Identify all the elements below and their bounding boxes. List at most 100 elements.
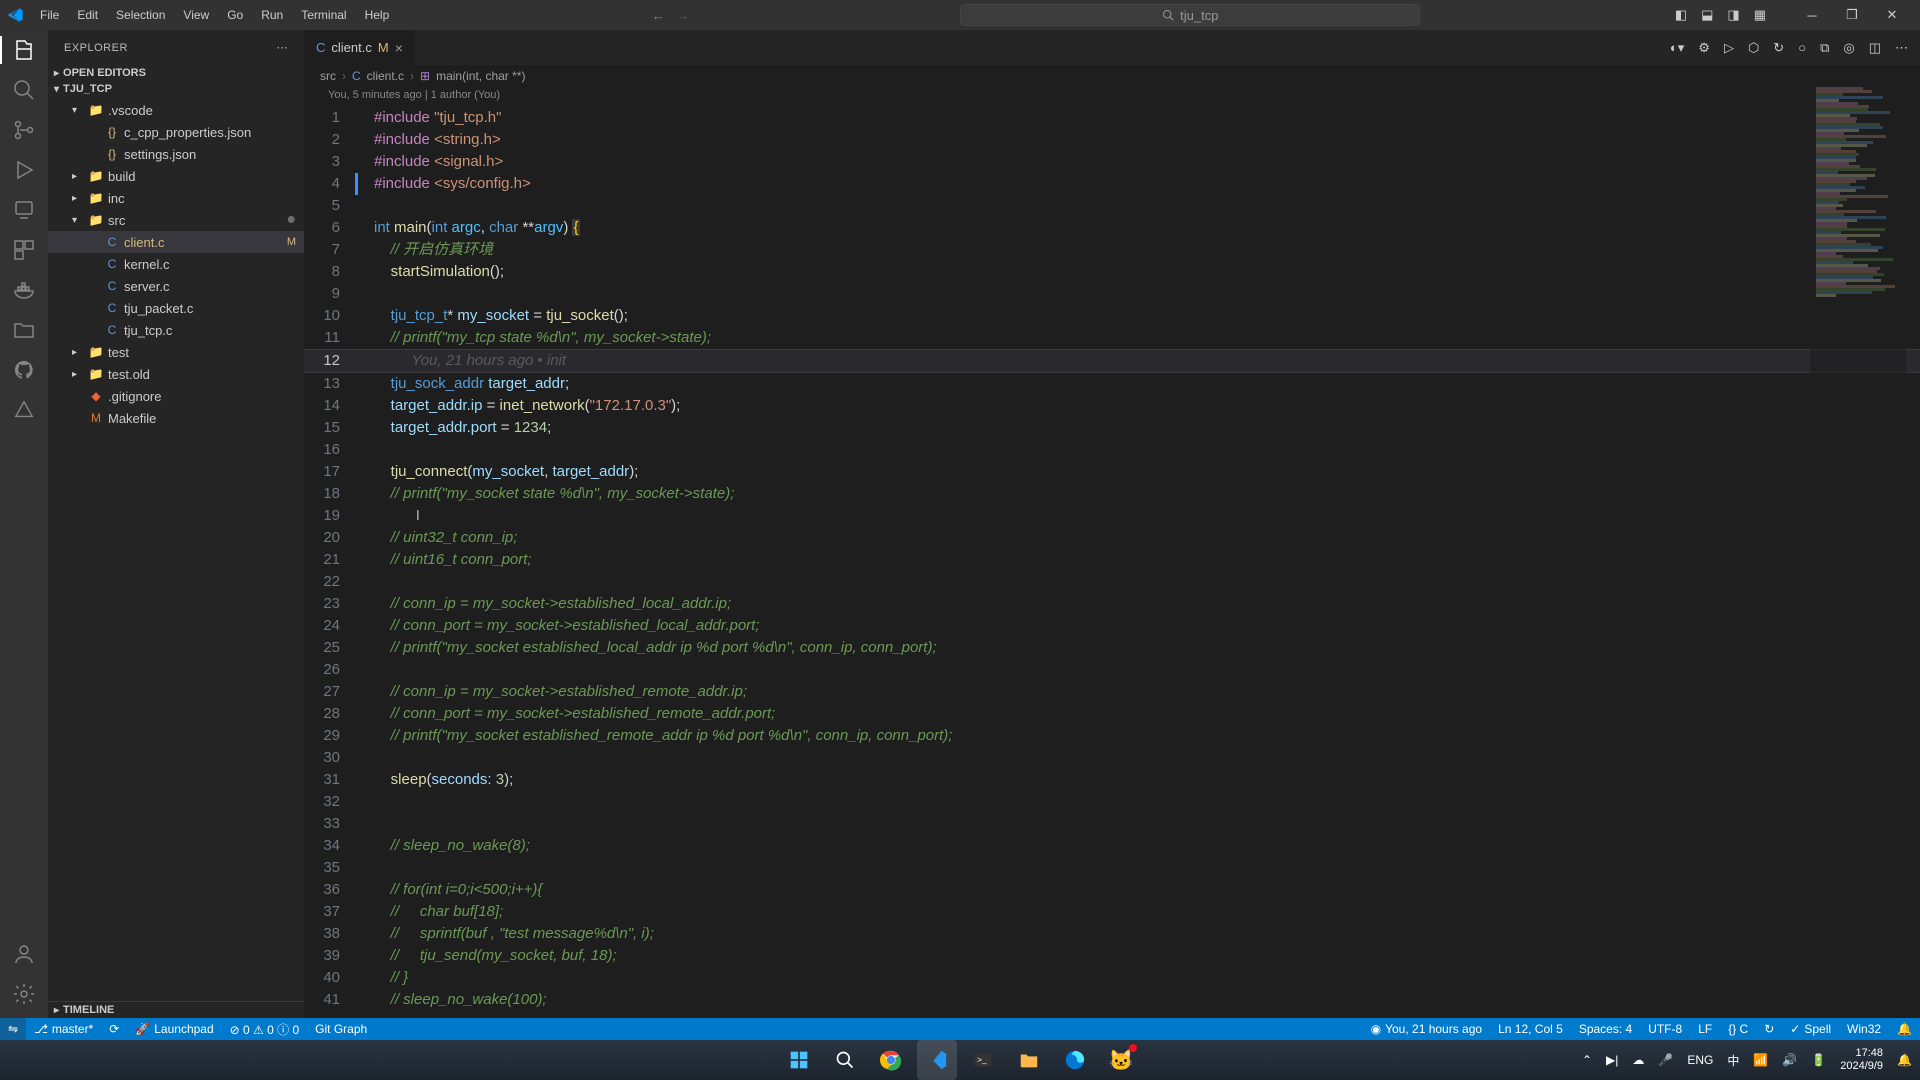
launchpad-button[interactable]: 🚀 Launchpad — [127, 1018, 221, 1040]
volume-icon[interactable]: 🔊 — [1782, 1053, 1797, 1067]
code-line-1[interactable]: 1#include "tju_tcp.h" — [304, 107, 1920, 129]
breadcrumbs[interactable]: src › C client.c › ⊞ main(int, char **) — [304, 65, 1920, 87]
activity-settings-icon[interactable] — [12, 982, 36, 1006]
notifications-center-icon[interactable]: 🔔 — [1897, 1053, 1912, 1067]
spell-check[interactable]: ✓ Spell — [1782, 1018, 1839, 1040]
notifications-icon[interactable]: 🔔 — [1889, 1018, 1920, 1040]
tree-item-c_cpp_properties-json[interactable]: {}c_cpp_properties.json — [48, 121, 304, 143]
breadcrumb-file[interactable]: client.c — [367, 69, 404, 83]
tray-chevron-icon[interactable]: ⌃ — [1582, 1053, 1592, 1067]
bug-icon[interactable]: ⬡ — [1748, 40, 1759, 56]
split-editor-icon[interactable]: ◫ — [1869, 40, 1881, 56]
code-line-12[interactable]: 12 You, 21 hours ago • init — [304, 349, 1920, 373]
code-line-30[interactable]: 30 — [304, 747, 1920, 769]
play-icon[interactable]: ▷ — [1724, 40, 1734, 56]
code-line-39[interactable]: 39 // tju_send(my_socket, buf, 18); — [304, 945, 1920, 967]
code-line-17[interactable]: 17 tju_connect(my_socket, target_addr); — [304, 461, 1920, 483]
code-line-21[interactable]: 21 // uint16_t conn_port; — [304, 549, 1920, 571]
menu-help[interactable]: Help — [357, 4, 398, 26]
layout-panel-right-icon[interactable]: ◨ — [1727, 7, 1739, 23]
breadcrumb-symbol[interactable]: main(int, char **) — [436, 69, 525, 83]
remote-indicator[interactable]: ⇋ — [0, 1018, 26, 1040]
file-explorer-icon[interactable] — [1009, 1040, 1049, 1080]
tree-item-inc[interactable]: ▸📁inc — [48, 187, 304, 209]
activity-debug-icon[interactable] — [12, 158, 36, 182]
code-line-38[interactable]: 38 // sprintf(buf , "test message%d\n", … — [304, 923, 1920, 945]
code-line-18[interactable]: 18 // printf("my_socket state %d\n", my_… — [304, 483, 1920, 505]
git-graph-button[interactable]: Git Graph — [307, 1018, 375, 1040]
code-line-28[interactable]: 28 // conn_port = my_socket->established… — [304, 703, 1920, 725]
start-button[interactable] — [779, 1040, 819, 1080]
activity-scm-icon[interactable] — [12, 118, 36, 142]
tree-item-Makefile[interactable]: MMakefile — [48, 407, 304, 429]
terminal-icon[interactable]: >_ — [963, 1040, 1003, 1080]
layout-panel-bottom-icon[interactable]: ⬓ — [1701, 7, 1713, 23]
build-icon[interactable]: ⧉ — [1820, 40, 1829, 56]
code-line-33[interactable]: 33 — [304, 813, 1920, 835]
code-line-31[interactable]: 31 sleep(seconds: 3); — [304, 769, 1920, 791]
open-editors-section[interactable]: ▸ OPEN EDITORS — [48, 65, 304, 81]
clash-icon[interactable]: 🐱 — [1101, 1040, 1141, 1080]
layout-customize-icon[interactable]: ▦ — [1754, 7, 1766, 23]
language-mode[interactable]: {} C — [1720, 1018, 1756, 1040]
code-line-14[interactable]: 14 target_addr.ip = inet_network("172.17… — [304, 395, 1920, 417]
code-line-15[interactable]: 15 target_addr.port = 1234; — [304, 417, 1920, 439]
tab-close-icon[interactable]: × — [395, 40, 403, 56]
code-line-23[interactable]: 23 // conn_ip = my_socket->established_l… — [304, 593, 1920, 615]
tree-item-test-old[interactable]: ▸📁test.old — [48, 363, 304, 385]
onedrive-icon[interactable]: ☁ — [1632, 1053, 1644, 1067]
tree-item-src[interactable]: ▾📁src● — [48, 209, 304, 231]
indentation-indicator[interactable]: Spaces: 4 — [1571, 1018, 1640, 1040]
battery-icon[interactable]: 🔋 — [1811, 1053, 1826, 1067]
nav-back-icon[interactable]: ← — [652, 8, 665, 23]
activity-search-icon[interactable] — [12, 78, 36, 102]
code-line-8[interactable]: 8 startSimulation(); — [304, 261, 1920, 283]
nav-forward-icon[interactable]: → — [677, 8, 690, 23]
breadcrumb-folder[interactable]: src — [320, 69, 336, 83]
color-theme-icon[interactable]: ◐▾ — [1670, 40, 1684, 56]
tray-ime[interactable]: 中 — [1727, 1052, 1739, 1069]
code-line-41[interactable]: 41 // sleep_no_wake(100); — [304, 989, 1920, 1011]
tree-item-test[interactable]: ▸📁test — [48, 341, 304, 363]
code-line-10[interactable]: 10 tju_tcp_t* my_socket = tju_socket(); — [304, 305, 1920, 327]
code-line-5[interactable]: 5 — [304, 195, 1920, 217]
activity-explorer-icon[interactable] — [12, 38, 36, 62]
menu-terminal[interactable]: Terminal — [293, 4, 354, 26]
tree-item--vscode[interactable]: ▾📁.vscode — [48, 99, 304, 121]
cmake-kit[interactable]: ↻ — [1756, 1018, 1782, 1040]
explorer-more-icon[interactable]: ⋯ — [277, 41, 289, 54]
chrome-icon[interactable] — [871, 1040, 911, 1080]
code-line-40[interactable]: 40 // } — [304, 967, 1920, 989]
code-line-35[interactable]: 35 — [304, 857, 1920, 879]
code-line-4[interactable]: 4#include <sys/config.h> — [304, 173, 1920, 195]
menu-edit[interactable]: Edit — [69, 4, 106, 26]
activity-github-icon[interactable] — [12, 358, 36, 382]
tab-client-c[interactable]: C client.c M × — [304, 30, 416, 65]
gitlens-blame-status[interactable]: ◉ You, 21 hours ago — [1363, 1018, 1490, 1040]
menu-selection[interactable]: Selection — [108, 4, 173, 26]
tree-item-build[interactable]: ▸📁build — [48, 165, 304, 187]
code-line-11[interactable]: 11 // printf("my_tcp state %d\n", my_soc… — [304, 327, 1920, 349]
code-line-6[interactable]: 6int main(int argc, char **argv) { — [304, 217, 1920, 239]
toggle-icon[interactable]: ◎ — [1843, 40, 1854, 56]
close-button[interactable]: ✕ — [1872, 0, 1912, 30]
code-line-19[interactable]: 19 I — [304, 505, 1920, 527]
menu-file[interactable]: File — [32, 4, 67, 26]
code-line-16[interactable]: 16 — [304, 439, 1920, 461]
workspace-section[interactable]: ▾ TJU_TCP — [48, 81, 304, 97]
code-line-22[interactable]: 22 — [304, 571, 1920, 593]
eol-indicator[interactable]: LF — [1690, 1018, 1720, 1040]
tree-item--gitignore[interactable]: ◆.gitignore — [48, 385, 304, 407]
gitlens-authorship[interactable]: You, 5 minutes ago | 1 author (You) — [304, 87, 1920, 107]
mic-icon[interactable]: 🎤 — [1658, 1053, 1673, 1067]
code-line-32[interactable]: 32 — [304, 791, 1920, 813]
branch-indicator[interactable]: ⎇ master* — [26, 1018, 101, 1040]
code-line-3[interactable]: 3#include <signal.h> — [304, 151, 1920, 173]
refresh-icon[interactable]: ↻ — [1773, 40, 1784, 56]
code-line-27[interactable]: 27 // conn_ip = my_socket->established_r… — [304, 681, 1920, 703]
tree-item-client-c[interactable]: Cclient.cM — [48, 231, 304, 253]
sync-indicator[interactable]: ⟳ — [101, 1018, 127, 1040]
code-line-20[interactable]: 20 // uint32_t conn_ip; — [304, 527, 1920, 549]
activity-cmake-icon[interactable] — [12, 398, 36, 422]
code-line-34[interactable]: 34 // sleep_no_wake(8); — [304, 835, 1920, 857]
